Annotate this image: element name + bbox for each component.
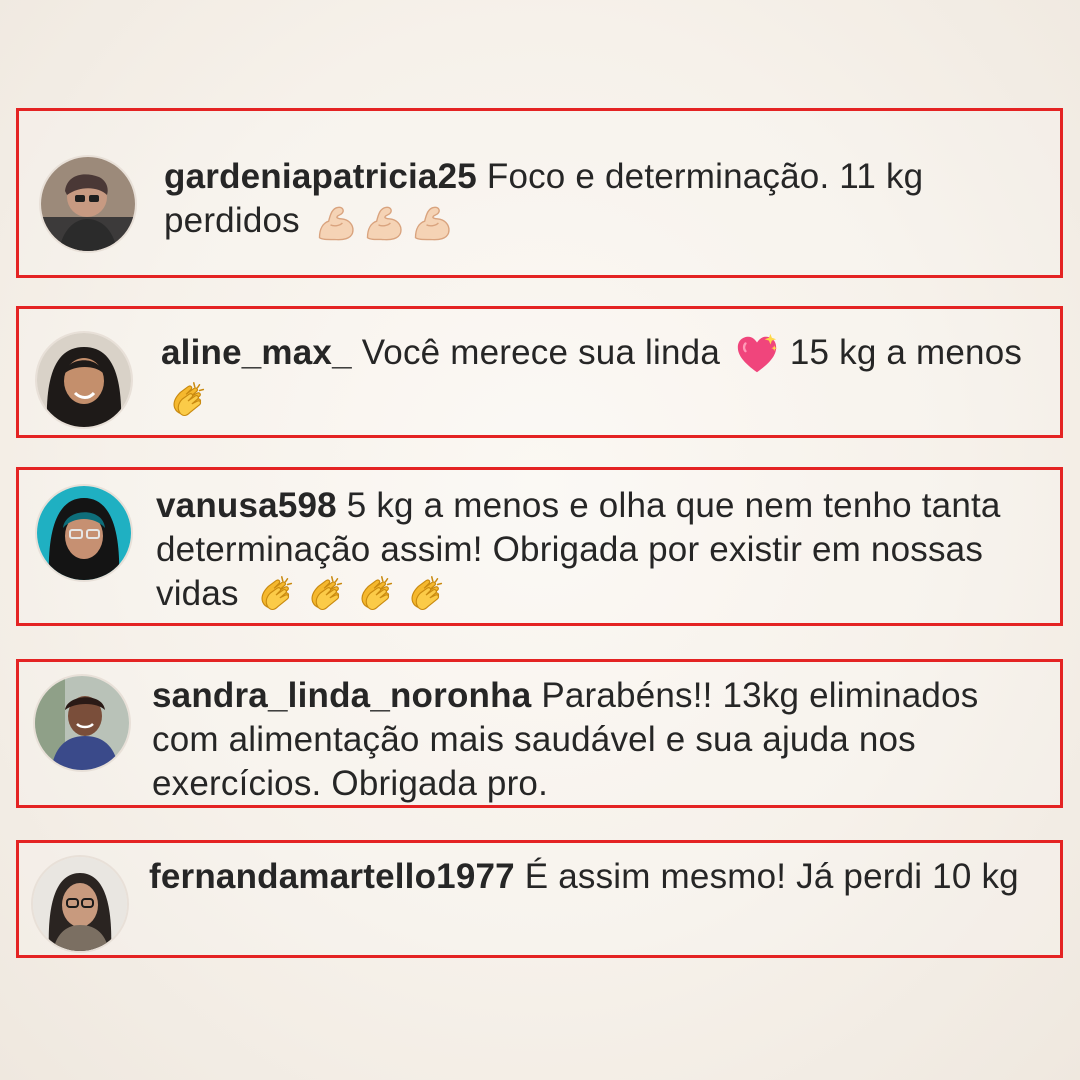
avatar[interactable] bbox=[37, 486, 131, 580]
sparkling-heart-icon bbox=[734, 332, 780, 378]
flexed-biceps-icon bbox=[314, 201, 358, 245]
avatar[interactable] bbox=[35, 676, 129, 770]
comment-body: Você merece sua linda bbox=[361, 333, 720, 372]
flexed-biceps-icon bbox=[410, 201, 454, 245]
avatar[interactable] bbox=[33, 857, 127, 951]
comment-username[interactable]: sandra_linda_noronha bbox=[152, 676, 531, 715]
clapping-hands-icon bbox=[165, 379, 211, 425]
clapping-hands-icon bbox=[353, 573, 399, 619]
comment-text: aline_max_ Você merece sua linda 15 kg a… bbox=[161, 331, 1041, 425]
comment-body-continued: 15 kg a menos bbox=[789, 333, 1023, 372]
flexed-biceps-icon bbox=[362, 201, 406, 245]
avatar[interactable] bbox=[37, 333, 131, 427]
clapping-hands-icon bbox=[253, 573, 299, 619]
comment-text: gardeniapatricia25 Foco e determinação. … bbox=[164, 155, 1044, 245]
avatar[interactable] bbox=[41, 157, 135, 251]
clapping-hands-icon bbox=[403, 573, 449, 619]
comment-card: sandra_linda_noronha Parabéns!! 13kg eli… bbox=[16, 659, 1063, 808]
comment-card: vanusa598 5 kg a menos e olha que nem te… bbox=[16, 467, 1063, 626]
comment-text: fernandamartello1977 É assim mesmo! Já p… bbox=[149, 855, 1029, 899]
clapping-hands-icon bbox=[303, 573, 349, 619]
comment-username[interactable]: vanusa598 bbox=[156, 486, 337, 525]
comment-card: gardeniapatricia25 Foco e determinação. … bbox=[16, 108, 1063, 278]
comment-body: É assim mesmo! Já perdi 10 kg bbox=[524, 857, 1019, 896]
comment-text: vanusa598 5 kg a menos e olha que nem te… bbox=[156, 484, 1056, 619]
comment-card: aline_max_ Você merece sua linda 15 kg a… bbox=[16, 306, 1063, 438]
comment-username[interactable]: fernandamartello1977 bbox=[149, 857, 515, 896]
comment-username[interactable]: gardeniapatricia25 bbox=[164, 157, 477, 196]
comment-username[interactable]: aline_max_ bbox=[161, 333, 352, 372]
comment-card: fernandamartello1977 É assim mesmo! Já p… bbox=[16, 840, 1063, 958]
comment-text: sandra_linda_noronha Parabéns!! 13kg eli… bbox=[152, 674, 1052, 806]
